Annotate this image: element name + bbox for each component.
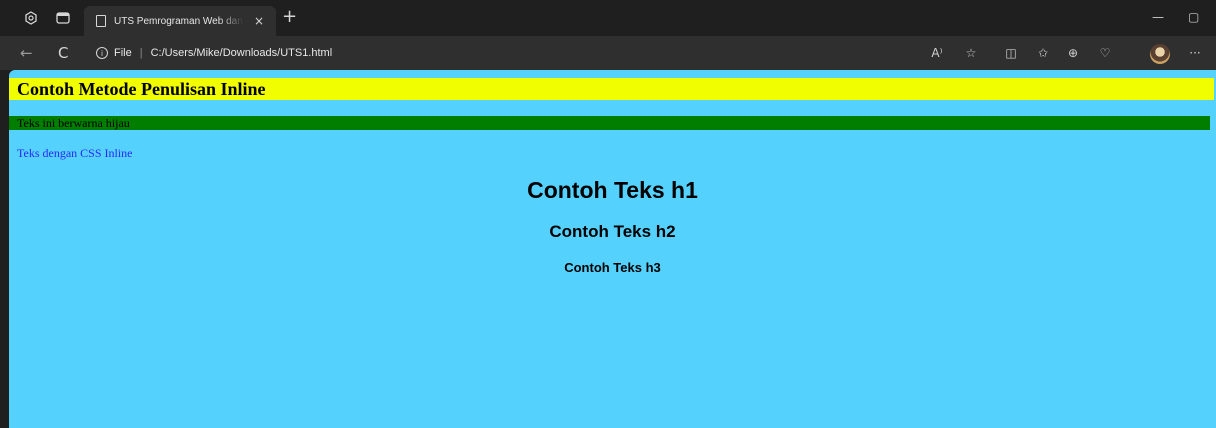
browser-essentials-icon[interactable]: ♡ [1096, 45, 1114, 61]
url-separator: | [139, 47, 143, 59]
favorites-icon[interactable]: ✩ [1034, 45, 1052, 61]
heading-h2: Contoh Teks h2 [549, 222, 676, 241]
url-text[interactable]: C:/Users/Mike/Downloads/UTS1.html [151, 47, 333, 59]
read-aloud-icon[interactable]: A⁾ [928, 45, 946, 61]
blue-text: Teks dengan CSS Inline [17, 146, 133, 160]
collections-icon[interactable]: ⊕ [1064, 45, 1082, 61]
refresh-button[interactable]: C [58, 44, 68, 62]
profile-avatar[interactable] [1150, 44, 1170, 64]
url-scheme: File [114, 47, 132, 59]
close-icon[interactable]: × [254, 14, 264, 28]
workspaces-icon[interactable] [22, 9, 40, 27]
back-button[interactable]: ← [20, 44, 33, 62]
minimize-button[interactable]: — [1152, 10, 1164, 24]
heading-h3: Contoh Teks h3 [564, 260, 661, 275]
heading-h1: Contoh Teks h1 [527, 177, 698, 203]
page-icon [96, 15, 106, 27]
more-menu-icon[interactable]: ··· [1186, 45, 1204, 61]
green-text: Teks ini berwarna hijau [9, 116, 1210, 130]
inline-heading: Contoh Metode Penulisan Inline [9, 78, 1214, 100]
restore-button[interactable]: ▢ [1188, 10, 1199, 24]
address-bar[interactable]: i File | C:/Users/Mike/Downloads/UTS1.ht… [88, 40, 988, 66]
toolbar: ← C i File | C:/Users/Mike/Downloads/UTS… [0, 36, 1216, 70]
favorite-star-icon[interactable]: ☆ [962, 45, 980, 61]
split-screen-icon[interactable]: ◫ [1002, 45, 1020, 61]
tab-actions-icon[interactable] [54, 9, 72, 27]
new-tab-button[interactable]: + [282, 8, 297, 26]
tab-title: UTS Pemrograman Web dan Mobile [114, 15, 244, 27]
page-viewport: Contoh Metode Penulisan Inline Teks ini … [9, 70, 1216, 428]
tab-active[interactable]: UTS Pemrograman Web dan Mobile × [84, 6, 276, 36]
info-icon[interactable]: i [96, 47, 108, 59]
tab-bar: UTS Pemrograman Web dan Mobile × + — ▢ [0, 0, 1216, 36]
